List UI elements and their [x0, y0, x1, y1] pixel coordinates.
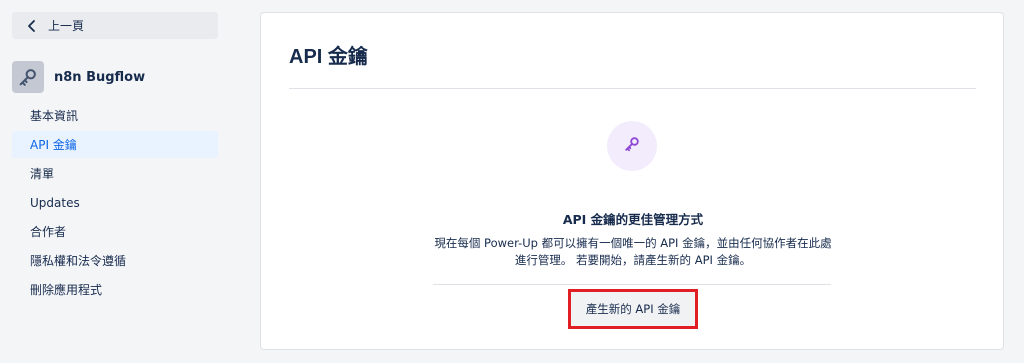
back-button[interactable]: 上一頁: [12, 12, 218, 39]
app-name: n8n Bugflow: [54, 69, 146, 85]
empty-state-divider: [433, 284, 831, 285]
chevron-left-icon: [24, 18, 40, 34]
sidebar-item-delete-app[interactable]: 刪除應用程式: [12, 276, 218, 303]
back-label: 上一頁: [48, 19, 85, 33]
sidebar-item-label: API 金鑰: [30, 138, 77, 152]
sidebar: 上一頁 n8n Bugflow 基本資訊 API 金鑰 清單 Updates 合…: [0, 0, 240, 363]
sidebar-item-api-key[interactable]: API 金鑰: [12, 131, 218, 158]
sidebar-item-updates[interactable]: Updates: [12, 189, 218, 216]
generate-api-key-button[interactable]: 產生新的 API 金鑰: [568, 289, 698, 329]
sidebar-item-basic-info[interactable]: 基本資訊: [12, 102, 218, 129]
sidebar-item-label: Updates: [30, 195, 80, 210]
app-key-icon: [12, 61, 44, 93]
sidebar-item-label: 隱私權和法令遵循: [30, 254, 127, 268]
sidebar-item-privacy[interactable]: 隱私權和法令遵循: [12, 247, 218, 274]
empty-state-description: 現在每個 Power-Up 都可以擁有一個唯一的 API 金鑰，並由任何協作者在…: [434, 236, 832, 267]
empty-state-heading: API 金鑰的更佳管理方式: [562, 212, 704, 227]
key-icon: [622, 134, 642, 158]
empty-state-icon: [607, 121, 657, 171]
app-header: n8n Bugflow: [12, 60, 218, 94]
sidebar-item-label: 刪除應用程式: [30, 283, 103, 297]
sidebar-item-list[interactable]: 清單: [12, 160, 218, 187]
sidebar-item-label: 清單: [30, 167, 55, 181]
sidebar-item-collaborators[interactable]: 合作者: [12, 218, 218, 245]
main-card: API 金鑰 API 金鑰的更佳管理方式 現在每個 Power-Up 都可以擁有…: [260, 12, 1004, 350]
sidebar-nav: 基本資訊 API 金鑰 清單 Updates 合作者 隱私權和法令遵循 刪除應用…: [12, 102, 218, 305]
page-title: API 金鑰: [289, 46, 368, 68]
sidebar-item-label: 合作者: [30, 225, 67, 239]
sidebar-item-label: 基本資訊: [30, 109, 79, 123]
title-divider: [289, 88, 976, 89]
